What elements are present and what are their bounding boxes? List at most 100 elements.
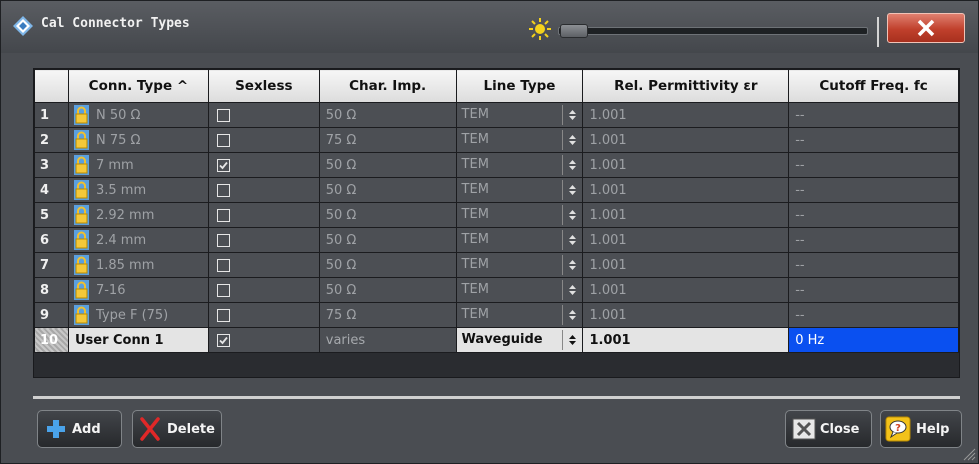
line-type-cell[interactable]: TEM: [455, 152, 584, 178]
row-index[interactable]: 3: [34, 152, 69, 178]
table-row[interactable]: 9 Type F (75) 75 Ω TEM 1.001 --: [34, 302, 959, 328]
conn-type-cell[interactable]: Type F (75): [67, 302, 209, 328]
permittivity-cell[interactable]: 1.001: [582, 127, 790, 153]
cutoff-freq-cell[interactable]: --: [788, 127, 959, 153]
row-index[interactable]: 2: [34, 127, 69, 153]
conn-type-cell[interactable]: N 50 Ω: [67, 102, 209, 128]
cutoff-freq-cell[interactable]: 0 Hz: [788, 327, 959, 353]
permittivity-cell[interactable]: 1.001: [582, 277, 790, 303]
row-index[interactable]: 5: [34, 202, 69, 228]
sexless-checkbox[interactable]: [216, 283, 230, 297]
row-index[interactable]: 7: [34, 252, 69, 278]
line-type-cell[interactable]: TEM: [455, 277, 584, 303]
line-type-cell[interactable]: TEM: [455, 252, 584, 278]
conn-type-cell[interactable]: 2.92 mm: [67, 202, 209, 228]
table-row[interactable]: 1 N 50 Ω 50 Ω TEM 1.001 --: [34, 102, 959, 128]
char-imp-cell[interactable]: 75 Ω: [318, 127, 457, 153]
conn-type-cell[interactable]: 2.4 mm: [67, 227, 209, 253]
conn-type-cell[interactable]: User Conn 1: [67, 327, 209, 353]
cutoff-freq-cell[interactable]: --: [788, 177, 959, 203]
char-imp-cell[interactable]: varies: [318, 327, 457, 353]
char-imp-cell[interactable]: 50 Ω: [318, 177, 457, 203]
line-type-cell[interactable]: TEM: [455, 302, 584, 328]
table-row[interactable]: 8 7-16 50 Ω TEM 1.001 --: [34, 277, 959, 303]
conn-type-cell[interactable]: 7-16: [67, 277, 209, 303]
cutoff-freq-cell[interactable]: --: [788, 252, 959, 278]
sexless-cell[interactable]: [207, 127, 320, 153]
permittivity-cell[interactable]: 1.001: [582, 227, 790, 253]
sexless-cell[interactable]: [207, 327, 320, 353]
header-conn-type[interactable]: Conn. Type ^: [67, 69, 209, 103]
char-imp-cell[interactable]: 50 Ω: [318, 202, 457, 228]
line-type-cell[interactable]: TEM: [455, 127, 584, 153]
row-index[interactable]: 4: [34, 177, 69, 203]
table-row[interactable]: 6 2.4 mm 50 Ω TEM 1.001 --: [34, 227, 959, 253]
row-index[interactable]: 8: [34, 277, 69, 303]
sexless-cell[interactable]: [207, 202, 320, 228]
header-line-type[interactable]: Line Type: [455, 69, 584, 103]
header-sexless[interactable]: Sexless: [207, 69, 320, 103]
cutoff-freq-cell[interactable]: --: [788, 302, 959, 328]
sexless-checkbox[interactable]: [216, 308, 230, 322]
line-type-cell[interactable]: TEM: [455, 202, 584, 228]
table-row[interactable]: 4 3.5 mm 50 Ω TEM 1.001 --: [34, 177, 959, 203]
conn-type-cell[interactable]: 3.5 mm: [67, 177, 209, 203]
sexless-checkbox[interactable]: [216, 208, 230, 222]
sexless-checkbox[interactable]: [216, 158, 230, 172]
resize-grip-icon[interactable]: [960, 445, 976, 461]
line-type-spinner[interactable]: [562, 280, 582, 300]
line-type-cell[interactable]: TEM: [455, 102, 584, 128]
line-type-spinner[interactable]: [562, 230, 582, 250]
table-row[interactable]: 5 2.92 mm 50 Ω TEM 1.001 --: [34, 202, 959, 228]
cutoff-freq-cell[interactable]: --: [788, 202, 959, 228]
permittivity-cell[interactable]: 1.001: [582, 302, 790, 328]
cutoff-freq-cell[interactable]: --: [788, 152, 959, 178]
line-type-spinner[interactable]: [562, 155, 582, 175]
header-char-imp[interactable]: Char. Imp.: [318, 69, 457, 103]
row-index[interactable]: 9: [34, 302, 69, 328]
line-type-spinner[interactable]: [562, 105, 582, 125]
char-imp-cell[interactable]: 75 Ω: [318, 302, 457, 328]
add-button[interactable]: Add: [37, 410, 122, 448]
sexless-cell[interactable]: [207, 102, 320, 128]
cutoff-freq-cell[interactable]: --: [788, 102, 959, 128]
cutoff-freq-cell[interactable]: --: [788, 227, 959, 253]
sexless-cell[interactable]: [207, 252, 320, 278]
row-index[interactable]: 10: [34, 327, 69, 353]
line-type-spinner[interactable]: [562, 130, 582, 150]
line-type-spinner[interactable]: [562, 330, 582, 350]
table-row[interactable]: 7 1.85 mm 50 Ω TEM 1.001 --: [34, 252, 959, 278]
transparency-slider[interactable]: [558, 24, 868, 38]
sexless-checkbox[interactable]: [216, 333, 230, 347]
permittivity-cell[interactable]: 1.001: [582, 202, 790, 228]
table-row[interactable]: 3 7 mm 50 Ω TEM 1.001 --: [34, 152, 959, 178]
line-type-cell[interactable]: Waveguide: [455, 327, 584, 353]
sexless-checkbox[interactable]: [216, 183, 230, 197]
sexless-checkbox[interactable]: [216, 258, 230, 272]
permittivity-cell[interactable]: 1.001: [582, 252, 790, 278]
char-imp-cell[interactable]: 50 Ω: [318, 252, 457, 278]
conn-type-cell[interactable]: N 75 Ω: [67, 127, 209, 153]
slider-thumb[interactable]: [560, 24, 588, 38]
help-button[interactable]: ? Help: [880, 410, 962, 448]
header-rel-permittivity[interactable]: Rel. Permittivity εr: [582, 69, 790, 103]
line-type-spinner[interactable]: [562, 255, 582, 275]
row-index[interactable]: 1: [34, 102, 69, 128]
sexless-checkbox[interactable]: [216, 233, 230, 247]
char-imp-cell[interactable]: 50 Ω: [318, 227, 457, 253]
window-close-button[interactable]: [887, 13, 965, 43]
line-type-spinner[interactable]: [562, 180, 582, 200]
line-type-spinner[interactable]: [562, 305, 582, 325]
table-row[interactable]: 10 User Conn 1 varies Waveguide 1.001 0 Hz: [34, 327, 959, 353]
sexless-checkbox[interactable]: [216, 108, 230, 122]
header-cutoff-freq[interactable]: Cutoff Freq. fc: [788, 69, 959, 103]
line-type-cell[interactable]: TEM: [455, 177, 584, 203]
table-row[interactable]: 2 N 75 Ω 75 Ω TEM 1.001 --: [34, 127, 959, 153]
line-type-cell[interactable]: TEM: [455, 227, 584, 253]
sexless-cell[interactable]: [207, 302, 320, 328]
close-button[interactable]: Close: [785, 410, 872, 448]
sexless-cell[interactable]: [207, 227, 320, 253]
permittivity-cell[interactable]: 1.001: [582, 177, 790, 203]
sexless-cell[interactable]: [207, 177, 320, 203]
char-imp-cell[interactable]: 50 Ω: [318, 152, 457, 178]
